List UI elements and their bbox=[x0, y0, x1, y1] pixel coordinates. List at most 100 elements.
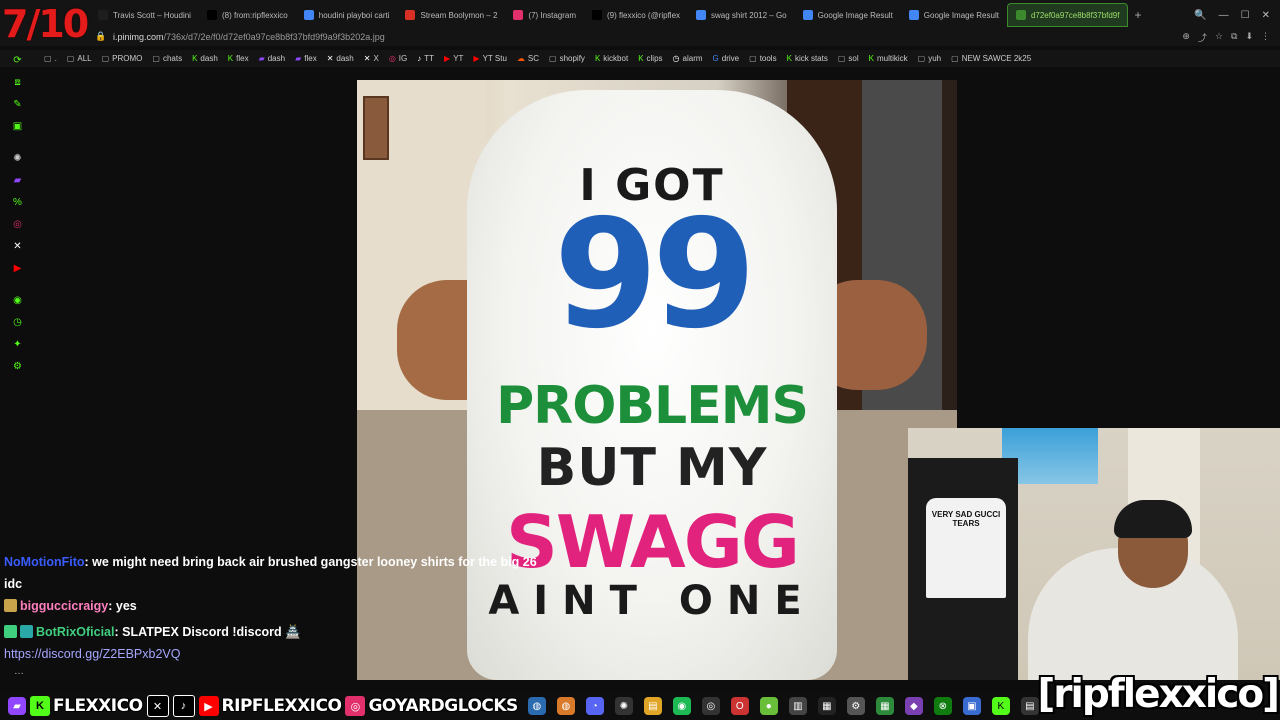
chat-message: NoMotionFito: we might need bring back a… bbox=[4, 551, 544, 595]
tab-1[interactable]: (8) from:ripflexxico bbox=[199, 4, 296, 26]
tab-3[interactable]: Stream Boolymon – 2 bbox=[397, 4, 505, 26]
tab-7[interactable]: Google Image Result bbox=[795, 4, 901, 26]
search-tabs-icon[interactable]: 🔍 bbox=[1194, 10, 1206, 21]
sidebar-percent-icon[interactable]: % bbox=[11, 196, 24, 209]
bookmark-2[interactable]: ▢ PROMO bbox=[102, 54, 143, 63]
tab-5[interactable]: (9) flexxico (@ripflex bbox=[584, 4, 688, 26]
tab-list: Travis Scott – Houdini (8) from:ripflexxi… bbox=[90, 3, 1129, 27]
url-field[interactable]: i.pinimg.com/736x/d7/2e/f0/d72ef0a97ce8b… bbox=[113, 32, 385, 42]
folder-icon[interactable]: ▤ bbox=[643, 697, 662, 715]
tab-favicon-icon bbox=[303, 10, 314, 20]
bookmark-24[interactable]: ▢ yuh bbox=[918, 54, 941, 63]
chrome-icon[interactable]: ◍ bbox=[527, 697, 546, 715]
chat-link[interactable]: https://discord.gg/Z2EBPxb2VQ bbox=[4, 647, 180, 661]
bookmark-6[interactable]: ▰ dash bbox=[259, 54, 286, 63]
bookmark-7[interactable]: ▰ flex bbox=[295, 54, 317, 63]
chatgpt-icon[interactable]: ✺ bbox=[614, 697, 633, 715]
extension-icon[interactable]: ⧉ bbox=[1231, 31, 1237, 44]
bookmark-10[interactable]: ◎ IG bbox=[389, 54, 407, 63]
sheet-icon[interactable]: ▦ bbox=[875, 697, 894, 715]
obs-icon[interactable]: ◎ bbox=[701, 697, 720, 715]
bookmark-label: drive bbox=[721, 54, 740, 63]
tab-0[interactable]: Travis Scott – Houdini bbox=[90, 4, 199, 26]
sidebar-chatgpt-icon[interactable]: ✺ bbox=[11, 152, 24, 165]
app-icon[interactable]: ● bbox=[759, 697, 778, 715]
streamdeck-icon[interactable]: ▦ bbox=[817, 697, 836, 715]
close-window-icon[interactable]: ✕ bbox=[1262, 10, 1270, 21]
minimize-icon[interactable]: — bbox=[1219, 10, 1229, 21]
bookmark-label: PROMO bbox=[112, 54, 143, 63]
maximize-icon[interactable]: ☐ bbox=[1241, 10, 1250, 21]
zoom-icon[interactable]: ⊕ bbox=[1182, 31, 1190, 44]
sidebar-refresh-icon[interactable]: ⟳ bbox=[11, 54, 24, 67]
xbox-icon[interactable]: ⊗ bbox=[933, 697, 952, 715]
folder-icon: ▢ bbox=[101, 54, 110, 63]
tab-4[interactable]: (7) Instagram bbox=[505, 4, 584, 26]
opera-icon[interactable]: O bbox=[730, 697, 749, 715]
bookmark-8[interactable]: ✕ dash bbox=[327, 54, 354, 63]
app4-icon[interactable]: ▤ bbox=[1020, 697, 1039, 715]
settings-icon[interactable]: ⚙ bbox=[846, 697, 865, 715]
bookmark-19[interactable]: Gdrive bbox=[713, 54, 740, 63]
tab-favicon-icon bbox=[206, 10, 217, 20]
bookmark-star-icon[interactable]: ☆ bbox=[1215, 31, 1223, 44]
sidebar-history-icon[interactable]: ◷ bbox=[11, 316, 24, 329]
bookmark-16[interactable]: Kkickbot bbox=[595, 54, 628, 63]
kick-app-icon[interactable]: K bbox=[991, 697, 1010, 715]
sidebar-kick-icon[interactable]: ⧈ bbox=[11, 76, 24, 89]
tab-2[interactable]: houdini playboi carti bbox=[296, 4, 398, 26]
sidebar-app-icon[interactable]: ▣ bbox=[11, 120, 24, 133]
bookmark-label: YT Stu bbox=[482, 54, 507, 63]
channel-brand: [ripflexxico] bbox=[1037, 672, 1280, 717]
bookmark-label: clips bbox=[646, 54, 663, 63]
spotify-icon[interactable]: ◉ bbox=[672, 697, 691, 715]
bookmark-12[interactable]: ▶ YT bbox=[444, 54, 463, 63]
address-bar[interactable]: 🔒 i.pinimg.com/736x/d7/2e/f0/d72ef0a97ce… bbox=[0, 28, 1280, 46]
bookmark-17[interactable]: Kclips bbox=[638, 54, 662, 63]
sidebar-edit-icon[interactable]: ✎ bbox=[11, 98, 24, 111]
app3-icon[interactable]: ▣ bbox=[962, 697, 981, 715]
sidebar-play-icon[interactable]: ◉ bbox=[11, 294, 24, 307]
bookmarks-bar: ▢. ▢ ALL ▢ PROMO ▢ chats Kdash Kflex ▰ dash ▰ flex ✕ d… bbox=[0, 50, 1280, 67]
bookmark-22[interactable]: ▢ sol bbox=[838, 54, 859, 63]
bookmark-21[interactable]: Kkick stats bbox=[787, 54, 828, 63]
bookmark-label: dash bbox=[200, 54, 218, 63]
app2-icon[interactable]: ◆ bbox=[904, 697, 923, 715]
notes-icon[interactable]: ▥ bbox=[788, 697, 807, 715]
sidebar-youtube-icon[interactable]: ▶ bbox=[11, 262, 24, 275]
sidebar-puzzle-icon[interactable]: ✦ bbox=[11, 338, 24, 351]
bookmark-1[interactable]: ▢ ALL bbox=[67, 54, 92, 63]
left-sidebar: ⟳ ⧈ ✎ ▣ ✺ ▰ % ◎ ✕ ▶ ◉ ◷ ✦ ⚙ bbox=[0, 50, 36, 390]
tab-9[interactable]: d72ef0a97ce8b8f37bfd9f bbox=[1006, 3, 1129, 27]
sidebar-x-icon[interactable]: ✕ bbox=[11, 240, 24, 253]
download-icon[interactable]: ⬇ bbox=[1245, 31, 1253, 44]
menu-icon[interactable]: ⋮ bbox=[1261, 31, 1270, 44]
bookmark-0[interactable]: ▢. bbox=[44, 54, 57, 63]
browser-icon[interactable]: ◍ bbox=[556, 697, 575, 715]
twitch-icon: ▰ bbox=[8, 697, 26, 715]
bookmark-20[interactable]: ▢ tools bbox=[749, 54, 776, 63]
bookmark-23[interactable]: Kmultikick bbox=[869, 54, 908, 63]
bookmark-9[interactable]: ✕ X bbox=[364, 54, 379, 63]
bookmark-18[interactable]: ◷ alarm bbox=[673, 54, 703, 63]
bookmark-4[interactable]: Kdash bbox=[192, 54, 218, 63]
bookmark-14[interactable]: ☁ SC bbox=[517, 54, 539, 63]
tab-8[interactable]: Google Image Result bbox=[901, 4, 1007, 26]
twitch-icon: ▰ bbox=[258, 54, 265, 63]
sidebar-twitch-icon[interactable]: ▰ bbox=[11, 174, 24, 187]
tab-favicon-icon bbox=[98, 10, 108, 20]
bookmark-25[interactable]: ▢ NEW SAWCE 2k25 bbox=[951, 54, 1031, 63]
bookmark-3[interactable]: ▢ chats bbox=[152, 54, 182, 63]
share-icon[interactable]: ⤴ bbox=[1198, 31, 1207, 44]
folder-icon: ▢ bbox=[44, 54, 52, 63]
new-tab-button[interactable]: + bbox=[1128, 8, 1147, 22]
lock-icon: 🔒 bbox=[95, 31, 107, 41]
tab-6[interactable]: swag shirt 2012 – Go bbox=[688, 4, 795, 26]
bookmark-15[interactable]: ▢ shopify bbox=[549, 54, 585, 63]
discord-icon[interactable]: ◔ bbox=[585, 697, 604, 715]
bookmark-13[interactable]: ▶ YT Stu bbox=[473, 54, 506, 63]
bookmark-5[interactable]: Kflex bbox=[228, 54, 249, 63]
sidebar-settings-icon[interactable]: ⚙ bbox=[11, 360, 24, 373]
sidebar-instagram-icon[interactable]: ◎ bbox=[11, 218, 24, 231]
bookmark-11[interactable]: ♪ TT bbox=[417, 54, 434, 63]
